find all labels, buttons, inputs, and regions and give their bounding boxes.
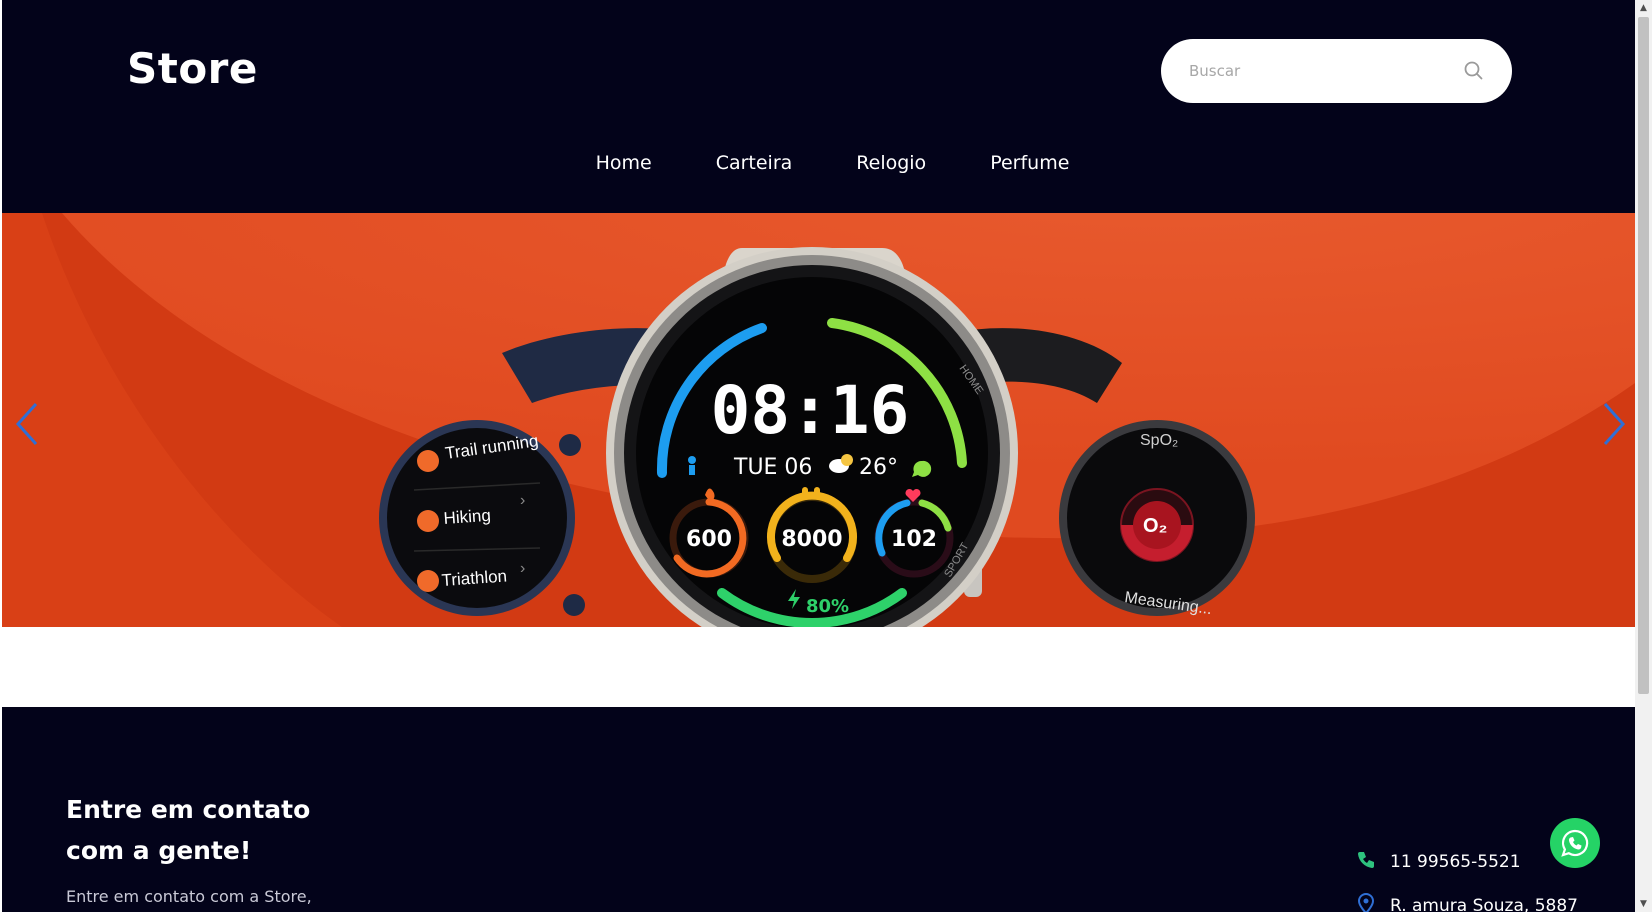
carousel-slide-image: Trail running Hiking Triathlon › › SpO₂ … <box>2 213 1635 627</box>
watch-time: 08:16 <box>711 372 910 449</box>
page: Store Home Carteira Relogio Perfume <box>2 0 1635 912</box>
nav-perfume[interactable]: Perfume <box>990 152 1069 174</box>
phone-number: 11 99565-5521 <box>1390 852 1521 872</box>
whatsapp-icon[interactable] <box>1550 818 1600 868</box>
scrollbar-thumb[interactable] <box>1638 17 1649 694</box>
location-pin-icon <box>1356 892 1376 912</box>
scroll-down-icon[interactable]: ▼ <box>1638 898 1649 910</box>
chevron-left-icon[interactable] <box>8 396 48 452</box>
chevron-right-icon[interactable] <box>1593 396 1633 452</box>
watch-temperature: 26° <box>859 455 898 480</box>
site-header: Store Home Carteira Relogio Perfume <box>2 0 1635 213</box>
search-box <box>1161 39 1512 103</box>
watch-item-hiking: Hiking <box>443 506 491 528</box>
main-nav: Home Carteira Relogio Perfume <box>2 152 1635 174</box>
o2-badge: O₂ <box>1143 515 1167 537</box>
search-input[interactable] <box>1189 57 1459 85</box>
nav-carteira[interactable]: Carteira <box>716 152 793 174</box>
watch-heart-rate: 102 <box>891 527 937 552</box>
hero-carousel: Trail running Hiking Triathlon › › SpO₂ … <box>2 213 1635 627</box>
watch-calories: 600 <box>686 527 732 552</box>
phone-icon <box>1356 850 1376 874</box>
nav-home[interactable]: Home <box>596 152 652 174</box>
address-text: R. amura Souza, 5887 <box>1390 896 1578 912</box>
site-footer: Entre em contato com a gente! Entre em c… <box>2 707 1635 912</box>
scroll-up-icon[interactable]: ▲ <box>1638 2 1649 14</box>
watch-date: TUE 06 <box>733 455 812 480</box>
search-icon[interactable] <box>1462 59 1486 83</box>
content-spacer <box>2 627 1635 707</box>
page-scrollbar[interactable]: ▲ ▼ <box>1635 0 1652 912</box>
watch-battery: 80% <box>806 596 849 617</box>
nav-relogio[interactable]: Relogio <box>856 152 926 174</box>
contact-title: Entre em contato com a gente! <box>66 795 311 865</box>
watch-steps: 8000 <box>781 527 842 552</box>
spo2-title: SpO₂ <box>1140 432 1178 449</box>
svg-text:›: › <box>520 492 525 509</box>
contact-address[interactable]: R. amura Souza, 5887 <box>1356 892 1578 912</box>
contact-text: Entre em contato com a Store, <box>66 887 312 906</box>
contact-phone[interactable]: 11 99565-5521 <box>1356 850 1521 874</box>
store-logo[interactable]: Store <box>127 44 258 93</box>
svg-text:›: › <box>520 560 525 577</box>
